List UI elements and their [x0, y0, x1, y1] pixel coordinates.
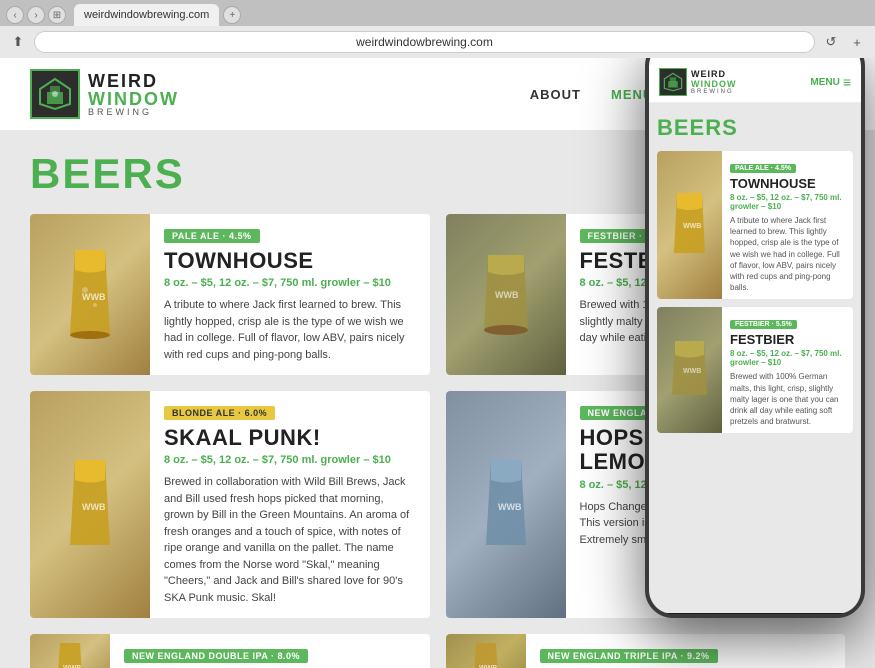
phone-style-badge-townhouse: PALE ALE · 4.5%: [730, 164, 796, 173]
phone-body: BEERS WWB PALE ALE · 4.5% TOWNHOUSE 8 oz…: [649, 103, 861, 613]
style-badge-skaal-punk: BLONDE ALE · 6.0%: [164, 406, 275, 420]
logo-area: WEIRD WINDOW BREWING: [30, 69, 179, 119]
phone-beer-card-festbier: WWB FESTBIER · 5.5% FESTBIER 8 oz. – $5,…: [657, 307, 853, 433]
logo-weird: WEIRD: [88, 72, 179, 90]
phone-beer-image-townhouse: WWB: [657, 151, 722, 299]
forward-button[interactable]: ›: [27, 6, 45, 24]
svg-text:WWB: WWB: [82, 292, 106, 302]
url-text: weirdwindowbrewing.com: [356, 35, 493, 49]
phone-beer-pricing-festbier: 8 oz. – $5, 12 oz. – $7, 750 ml. growler…: [730, 349, 845, 367]
phone-beer-name-townhouse: TOWNHOUSE: [730, 176, 845, 191]
url-bar[interactable]: weirdwindowbrewing.com: [34, 31, 815, 53]
beer-card-triple: WWB NEW ENGLAND TRIPLE IPA · 9.2% HERE C…: [446, 634, 846, 668]
phone-beer-desc-festbier: Brewed with 100% German malts, this ligh…: [730, 371, 845, 427]
phone-page-title: BEERS: [657, 115, 853, 141]
phone-beer-info-festbier: FESTBIER · 5.5% FESTBIER 8 oz. – $5, 12 …: [722, 307, 853, 433]
hamburger-icon: ≡: [843, 74, 851, 90]
phone-beer-name-festbier: FESTBIER: [730, 332, 845, 347]
share-icon[interactable]: ⬆: [8, 32, 28, 52]
beer-info-townhouse: PALE ALE · 4.5% TOWNHOUSE 8 oz. – $5, 12…: [150, 214, 430, 375]
beer-image-skaal-punk: WWB: [30, 391, 150, 618]
beer-image-townhouse: WWB: [30, 214, 150, 375]
phone-beer-pricing-townhouse: 8 oz. – $5, 12 oz. – $7, 750 ml. growler…: [730, 193, 845, 211]
svg-text:WWB: WWB: [683, 223, 701, 230]
tab-label: weirdwindowbrewing.com: [84, 9, 209, 21]
phone-beer-info-townhouse: PALE ALE · 4.5% TOWNHOUSE 8 oz. – $5, 12…: [722, 151, 853, 299]
logo-window: WINDOW: [88, 90, 179, 108]
beer-desc-townhouse: A tribute to where Jack first learned to…: [164, 297, 416, 363]
logo-icon: [30, 69, 80, 119]
beer-card-fistful: WWB NEW ENGLAND DOUBLE IPA · 8.0% FISTFU…: [30, 634, 430, 668]
nav-about[interactable]: ABOUT: [530, 87, 581, 102]
add-bookmark-icon[interactable]: +: [847, 32, 867, 52]
phone-logo-area: WEIRD WINDOW BREWING: [659, 68, 737, 96]
phone-menu-label: MENU: [810, 77, 839, 88]
beer-name-skaal-punk: SKAAL PUNK!: [164, 426, 416, 450]
svg-text:WWB: WWB: [82, 502, 106, 512]
phone-logo-icon: [659, 68, 687, 96]
logo-text: WEIRD WINDOW BREWING: [88, 72, 179, 117]
beer-image-fistful: WWB: [30, 634, 110, 668]
beer-card-skaal-punk: WWB BLONDE ALE · 6.0% SKAAL PUNK! 8 oz. …: [30, 391, 430, 618]
browser-tab-bar: ‹ › ⊞ weirdwindowbrewing.com +: [0, 0, 875, 26]
phone-logo-window: WINDOW: [691, 79, 737, 89]
new-tab-button[interactable]: +: [223, 6, 241, 24]
browser-tab[interactable]: weirdwindowbrewing.com: [74, 4, 219, 26]
phone-menu-button[interactable]: MENU ≡: [810, 74, 851, 90]
back-button[interactable]: ‹: [6, 6, 24, 24]
browser-toolbar: ⬆ weirdwindowbrewing.com ↺ +: [0, 26, 875, 58]
phone-style-badge-festbier: FESTBIER · 5.5%: [730, 320, 797, 329]
website-content: WEIRD WINDOW BREWING ABOUT MENUS TAPROOM…: [0, 58, 875, 668]
phone-beer-card-townhouse: WWB PALE ALE · 4.5% TOWNHOUSE 8 oz. – $5…: [657, 151, 853, 299]
beer-image-triple: WWB: [446, 634, 526, 668]
beer-desc-skaal-punk: Brewed in collaboration with Wild Bill B…: [164, 474, 416, 606]
beer-image-festbier: WWB: [446, 214, 566, 375]
beer-info-triple: NEW ENGLAND TRIPLE IPA · 9.2% HERE COMES…: [526, 634, 846, 668]
phone-logo-weird: WEIRD: [691, 69, 737, 79]
phone-nav: WEIRD WINDOW BREWING MENU ≡: [649, 62, 861, 103]
phone-beer-image-festbier: WWB: [657, 307, 722, 433]
phone-logo-brewing: BREWING: [691, 89, 737, 95]
browser-chrome: ‹ › ⊞ weirdwindowbrewing.com + ⬆ weirdwi…: [0, 0, 875, 58]
style-badge-townhouse: PALE ALE · 4.5%: [164, 229, 260, 243]
phone-logo-text: WEIRD WINDOW BREWING: [691, 69, 737, 95]
browser-nav-buttons: ‹ › ⊞: [6, 6, 66, 24]
svg-text:WWB: WWB: [495, 290, 519, 300]
svg-text:WWB: WWB: [683, 368, 701, 375]
beer-image-hops-change: WWB: [446, 391, 566, 618]
beer-info-fistful: NEW ENGLAND DOUBLE IPA · 8.0% FISTFUL O'…: [110, 634, 430, 668]
refresh-icon[interactable]: ↺: [821, 32, 841, 52]
beer-info-skaal-punk: BLONDE ALE · 6.0% SKAAL PUNK! 8 oz. – $5…: [150, 391, 430, 618]
beer-pricing-skaal-punk: 8 oz. – $5, 12 oz. – $7, 750 ml. growler…: [164, 454, 416, 466]
logo-brewing: BREWING: [88, 108, 179, 117]
beer-card-townhouse: WWB PALE ALE · 4.5% TOWNHOUSE 8 oz. – $5…: [30, 214, 430, 375]
beer-grid-bottom: WWB NEW ENGLAND DOUBLE IPA · 8.0% FISTFU…: [30, 634, 845, 668]
svg-text:WWB: WWB: [498, 502, 522, 512]
phone-beer-desc-townhouse: A tribute to where Jack first learned to…: [730, 215, 845, 293]
style-badge-triple: NEW ENGLAND TRIPLE IPA · 9.2%: [540, 649, 718, 663]
beer-pricing-townhouse: 8 oz. – $5, 12 oz. – $7, 750 ml. growler…: [164, 277, 416, 289]
beer-name-townhouse: TOWNHOUSE: [164, 249, 416, 273]
phone-overlay: 9:41 PM ▲▲▲ ◈: [645, 58, 865, 618]
window-toggle[interactable]: ⊞: [48, 6, 66, 24]
style-badge-fistful: NEW ENGLAND DOUBLE IPA · 8.0%: [124, 649, 308, 663]
